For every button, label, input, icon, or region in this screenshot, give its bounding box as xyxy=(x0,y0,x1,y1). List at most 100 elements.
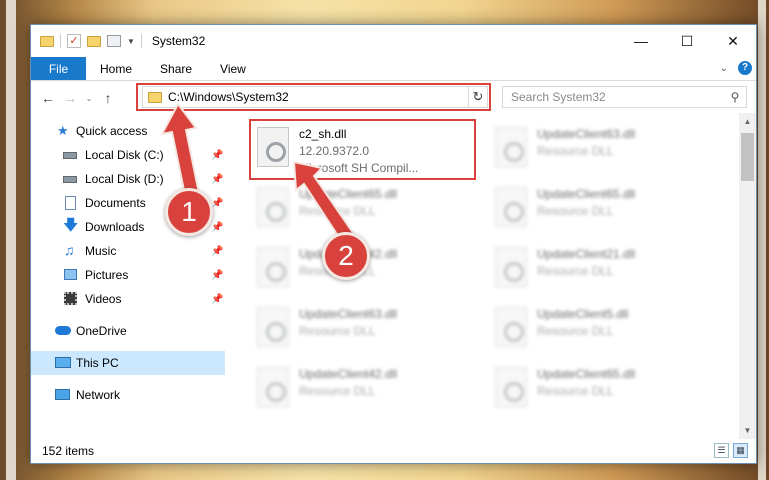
dll-file-icon xyxy=(495,307,527,347)
nav-buttons: ← → ⌄ ↑ xyxy=(37,90,119,106)
folder-icon xyxy=(40,35,54,47)
sidebar-item-music[interactable]: ♫ Music 📌 xyxy=(31,239,225,263)
file-type: Resource DLL xyxy=(537,264,614,278)
list-item[interactable]: UpdateClient65.dll Resource DLL xyxy=(487,181,717,235)
scrollbar-thumb[interactable] xyxy=(741,133,754,181)
ribbon-controls: ⌄ ? xyxy=(720,61,752,75)
videos-icon xyxy=(64,292,77,305)
sidebar-item-label: Documents xyxy=(85,196,146,210)
dll-file-icon xyxy=(495,187,527,227)
file-name: UpdateClient5.dll xyxy=(537,307,629,321)
background-trunk xyxy=(6,0,16,480)
sidebar-item-label: OneDrive xyxy=(76,324,127,338)
tab-file[interactable]: File xyxy=(31,57,86,80)
close-button[interactable]: ✕ xyxy=(710,25,756,57)
file-type: Resource DLL xyxy=(299,384,376,398)
list-item[interactable]: UpdateClient65.dll Resource DLL xyxy=(487,361,717,415)
status-bar: 152 items ☰ ▦ xyxy=(31,439,756,463)
divider xyxy=(60,34,61,48)
explorer-window: ✓ ▼ System32 — ☐ ✕ File Home Share View … xyxy=(30,24,757,464)
dll-file-icon xyxy=(257,247,289,287)
tab-view[interactable]: View xyxy=(206,57,260,80)
pin-icon[interactable]: 📌 xyxy=(211,270,223,281)
list-item[interactable]: UpdateClient63.dll Resource DLL xyxy=(487,121,717,175)
cloud-icon xyxy=(55,326,71,335)
sidebar-item-onedrive[interactable]: OneDrive xyxy=(31,319,225,343)
up-button[interactable]: ↑ xyxy=(97,90,119,106)
music-icon: ♫ xyxy=(64,242,75,258)
title-bar: ✓ ▼ System32 — ☐ ✕ xyxy=(31,25,756,57)
file-name: UpdateClient65.dll xyxy=(537,187,636,201)
sidebar-item-label: Downloads xyxy=(85,220,145,234)
qat-properties-icon[interactable] xyxy=(107,35,121,47)
properties-check-icon[interactable]: ✓ xyxy=(67,34,81,48)
sidebar-item-pictures[interactable]: Pictures 📌 xyxy=(31,263,225,287)
search-box[interactable]: Search System32 ⚲ xyxy=(502,86,747,108)
scroll-up-icon[interactable]: ▲ xyxy=(739,113,756,130)
file-name: UpdateClient63.dll xyxy=(537,127,636,141)
dll-file-icon xyxy=(257,307,289,347)
dll-file-icon xyxy=(495,127,527,167)
drive-icon xyxy=(63,152,77,159)
item-count: 152 items xyxy=(42,444,95,458)
sidebar-item-this-pc[interactable]: This PC xyxy=(31,351,225,375)
qat-dropdown-icon[interactable]: ▼ xyxy=(127,37,135,46)
search-input[interactable]: Search System32 xyxy=(511,90,724,104)
dll-file-icon xyxy=(257,367,289,407)
file-name: UpdateClient63.dll xyxy=(299,307,398,321)
sidebar-item-label: This PC xyxy=(76,356,119,370)
callout-badge-1: 1 xyxy=(165,188,213,236)
star-icon: ★ xyxy=(57,123,69,138)
back-button[interactable]: ← xyxy=(37,90,59,106)
divider xyxy=(140,34,142,48)
help-icon[interactable]: ? xyxy=(738,61,752,75)
tab-share[interactable]: Share xyxy=(146,57,206,80)
sidebar-item-network[interactable]: Network xyxy=(31,383,225,407)
pin-icon[interactable]: 📌 xyxy=(211,246,223,257)
view-switcher: ☰ ▦ xyxy=(714,443,748,458)
scroll-down-icon[interactable]: ▼ xyxy=(739,422,756,439)
search-icon[interactable]: ⚲ xyxy=(724,90,746,104)
file-name: UpdateClient65.dll xyxy=(537,367,636,381)
maximize-button[interactable]: ☐ xyxy=(664,25,710,57)
minimize-button[interactable]: — xyxy=(618,25,664,57)
sidebar-item-label: Videos xyxy=(85,292,122,306)
sidebar-item-label: Network xyxy=(76,388,121,402)
callout-badge-2: 2 xyxy=(322,232,370,280)
sidebar-item-videos[interactable]: Videos 📌 xyxy=(31,287,225,311)
window-title: System32 xyxy=(151,34,206,48)
recent-locations-dropdown-icon[interactable]: ⌄ xyxy=(81,94,97,103)
expand-ribbon-chevron-icon[interactable]: ⌄ xyxy=(720,63,728,74)
computer-icon xyxy=(55,357,71,368)
dll-file-icon xyxy=(495,367,527,407)
background-trunk xyxy=(758,0,766,480)
quick-access-toolbar: ✓ ▼ xyxy=(31,34,142,48)
pictures-icon xyxy=(64,269,77,280)
download-icon: 🡇 xyxy=(63,217,79,234)
file-type: Resource DLL xyxy=(537,324,614,338)
tab-home[interactable]: Home xyxy=(86,57,146,80)
pin-icon[interactable]: 📌 xyxy=(211,222,223,233)
sidebar-item-label: Quick access xyxy=(76,124,148,138)
file-type: Resource DLL xyxy=(537,204,614,218)
list-item[interactable]: UpdateClient63.dll Resource DLL xyxy=(249,301,479,355)
forward-button[interactable]: → xyxy=(59,90,81,106)
list-item[interactable]: UpdateClient21.dll Resource DLL xyxy=(487,241,717,295)
window-controls: — ☐ ✕ xyxy=(618,25,756,57)
sidebar-item-label: Pictures xyxy=(85,268,129,282)
details-view-icon[interactable]: ☰ xyxy=(714,443,729,458)
tiles-view-icon[interactable]: ▦ xyxy=(733,443,748,458)
file-type: Resource DLL xyxy=(537,384,614,398)
sidebar-item-label: Music xyxy=(85,244,117,258)
new-folder-icon[interactable] xyxy=(87,35,101,47)
file-type: Resource DLL xyxy=(299,324,376,338)
network-icon xyxy=(55,389,70,400)
ribbon-tabs: File Home Share View ⌄ ? xyxy=(31,57,756,81)
list-item[interactable]: UpdateClient42.dll Resource DLL xyxy=(249,361,479,415)
vertical-scrollbar[interactable]: ▲ ▼ xyxy=(739,113,756,439)
file-name: UpdateClient21.dll xyxy=(537,247,636,261)
pin-icon[interactable]: 📌 xyxy=(211,294,223,305)
file-type: Resource DLL xyxy=(537,144,614,158)
drive-icon xyxy=(63,176,77,183)
list-item[interactable]: UpdateClient5.dll Resource DLL xyxy=(487,301,717,355)
